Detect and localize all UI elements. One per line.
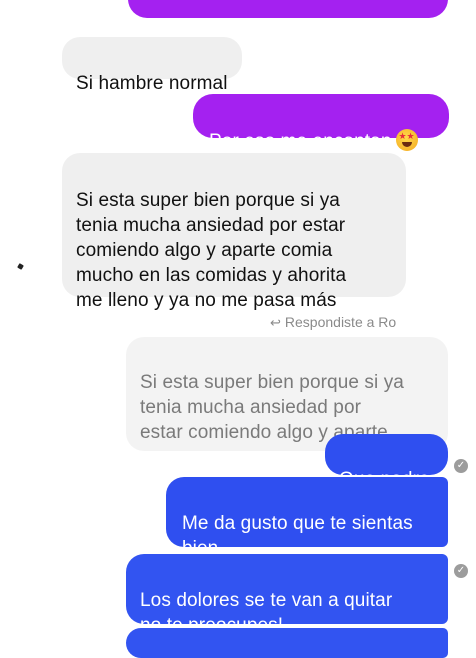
quoted-message-text: Si esta super bien porque si ya tenia mu… bbox=[140, 372, 410, 443]
message-text: Si esta super bien porque si ya tenia mu… bbox=[76, 190, 347, 311]
reply-arrow-icon: ↩ bbox=[270, 315, 281, 330]
message-bubble-outgoing[interactable]: Que padre bbox=[325, 434, 448, 490]
reply-label-text: Respondiste a Ro bbox=[284, 314, 397, 330]
marker-dot bbox=[17, 263, 24, 270]
message-bubble-outgoing[interactable]: Los dolores se te van a quitar no te pre… bbox=[126, 554, 448, 636]
message-text: Si hambre normal bbox=[76, 73, 228, 94]
message-bubble-incoming[interactable]: Si esta super bien porque si ya tenia mu… bbox=[62, 153, 406, 311]
message-text: Me da gusto que te sientas bien bbox=[182, 513, 413, 559]
message-bubble-outgoing[interactable] bbox=[126, 628, 448, 658]
message-text: Por eso me encantan bbox=[209, 131, 392, 152]
star-struck-emoji-icon bbox=[395, 129, 418, 151]
check-circle-icon: ✓ bbox=[454, 459, 468, 473]
message-bubble-outgoing[interactable]: Me da gusto que te sientas bien bbox=[166, 477, 448, 559]
message-bubble-outgoing[interactable] bbox=[128, 0, 448, 18]
check-circle-icon: ✓ bbox=[454, 564, 468, 578]
reply-context-label: ↩ Respondiste a Ro bbox=[270, 314, 396, 331]
message-bubble-incoming[interactable]: Si hambre normal bbox=[62, 37, 242, 94]
message-bubble-outgoing[interactable]: Por eso me encantan bbox=[193, 94, 449, 152]
